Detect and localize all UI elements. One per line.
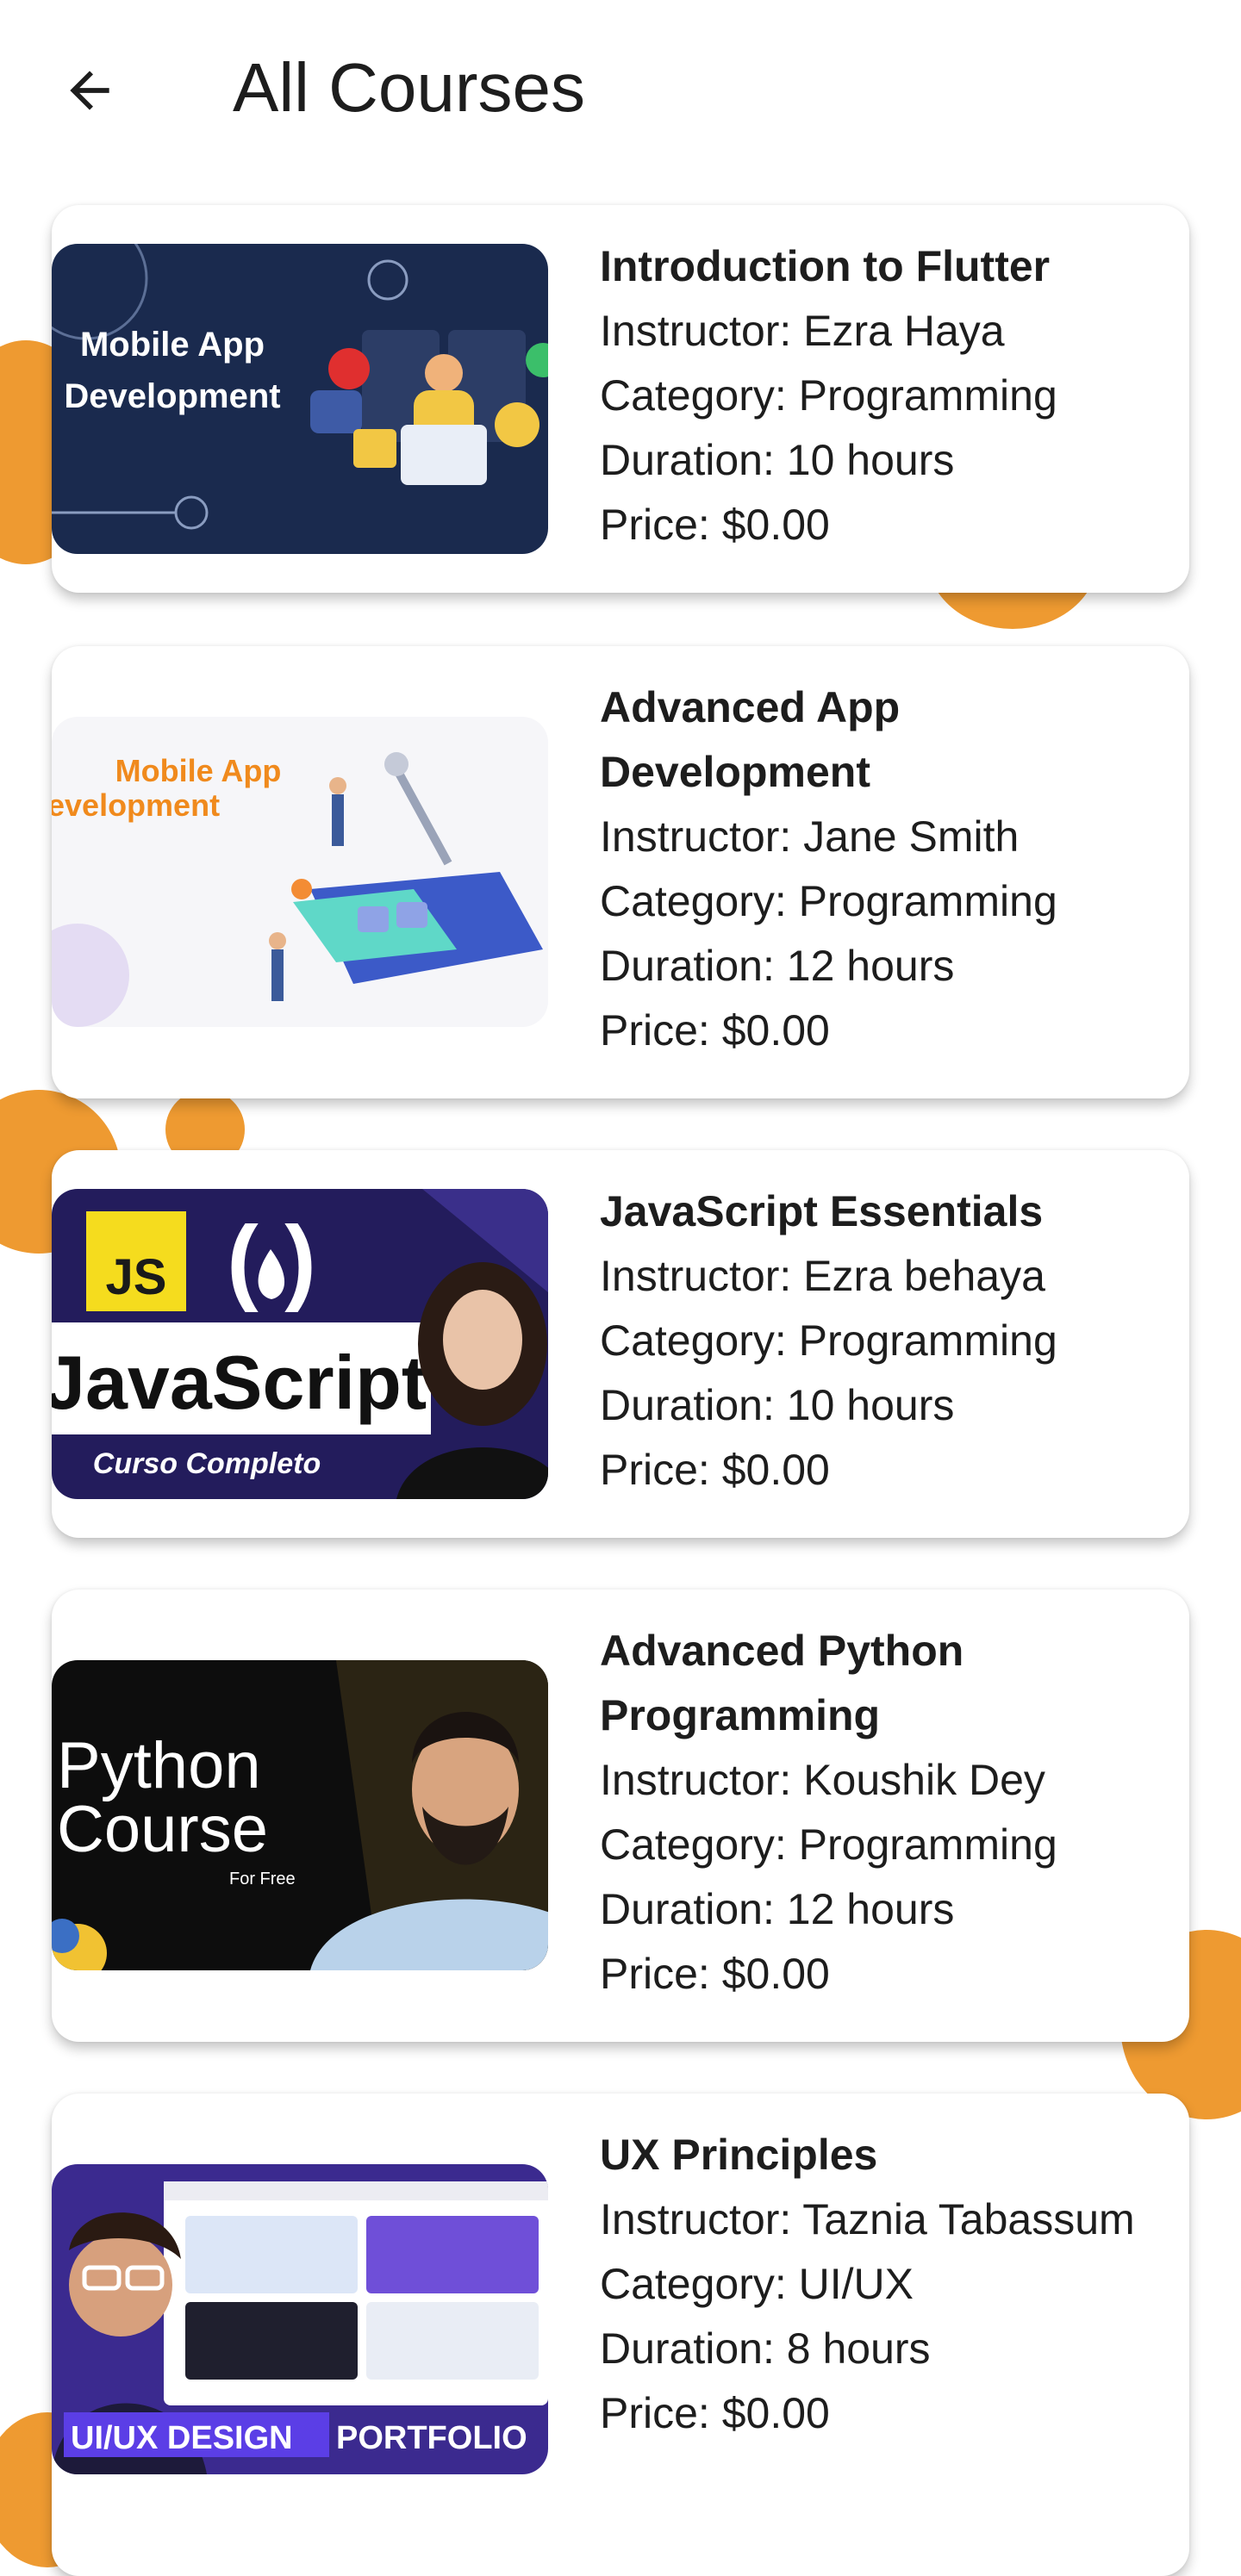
course-instructor: Instructor: Ezra Haya xyxy=(600,307,1005,355)
course-duration: Duration: 8 hours xyxy=(600,2324,931,2373)
course-card[interactable]: Mobile App evelopment Advanced App Devel… xyxy=(52,646,1189,1098)
course-card[interactable]: UI/UX DESIGN PORTFOLIO UX Principles Ins… xyxy=(52,2094,1189,2576)
course-category: Category: Programming xyxy=(600,877,1057,925)
page-title: All Courses xyxy=(233,49,586,126)
course-card[interactable]: JS ( ) JavaScript Curso Completo JavaScr… xyxy=(52,1150,1189,1538)
course-instructor: Instructor: Koushik Dey xyxy=(600,1756,1045,1804)
app-bar: All Courses xyxy=(0,0,1241,177)
course-price: Price: $0.00 xyxy=(600,2389,830,2437)
course-price: Price: $0.00 xyxy=(600,1446,830,1494)
thumbnail-text: Python xyxy=(57,1729,261,1802)
course-thumbnail: Python Course For Free xyxy=(52,1660,548,1970)
course-instructor: Instructor: Jane Smith xyxy=(600,812,1020,861)
course-price: Price: $0.00 xyxy=(600,501,830,549)
course-instructor: Instructor: Taznia Tabassum xyxy=(600,2195,1135,2243)
course-card[interactable]: Python Course For Free Advanced Python P… xyxy=(52,1590,1189,2042)
course-title: JavaScript Essentials xyxy=(600,1187,1044,1235)
thumbnail-text: Curso Completo xyxy=(93,1447,321,1480)
course-thumbnail: Mobile App evelopment xyxy=(52,717,548,1027)
thumbnail-text: PORTFOLIO xyxy=(336,2420,527,2456)
course-duration: Duration: 12 hours xyxy=(600,1885,955,1933)
course-category: Category: UI/UX xyxy=(600,2260,914,2308)
course-category: Category: Programming xyxy=(600,1820,1057,1869)
course-duration: Duration: 12 hours xyxy=(600,942,955,990)
thumbnail-text: evelopment xyxy=(52,787,220,823)
thumbnail-text: Mobile App xyxy=(80,326,265,364)
course-duration: Duration: 10 hours xyxy=(600,436,955,484)
course-thumbnail: UI/UX DESIGN PORTFOLIO xyxy=(52,2164,548,2474)
course-duration: Duration: 10 hours xyxy=(600,1381,955,1429)
course-category: Category: Programming xyxy=(600,371,1057,420)
course-price: Price: $0.00 xyxy=(600,1950,830,1998)
thumbnail-text: For Free xyxy=(229,1870,296,1888)
course-thumbnail: Mobile App Development xyxy=(52,244,548,554)
thumbnail-text: UI/UX DESIGN xyxy=(71,2420,293,2456)
course-price: Price: $0.00 xyxy=(600,1006,830,1055)
course-category: Category: Programming xyxy=(600,1316,1057,1365)
thumbnail-text: JavaScript xyxy=(52,1340,427,1425)
course-title: Advanced Python Programming xyxy=(600,1627,964,1739)
course-instructor: Instructor: Ezra behaya xyxy=(600,1252,1045,1300)
thumbnail-text: Mobile App xyxy=(115,753,282,788)
thumbnail-text: Course xyxy=(57,1793,268,1866)
thumbnail-text: Development xyxy=(64,377,280,415)
arrow-left-icon xyxy=(70,71,109,110)
thumbnail-text: JS xyxy=(106,1249,167,1305)
back-button[interactable] xyxy=(53,60,126,121)
course-title: UX Principles xyxy=(600,2131,878,2179)
course-thumbnail: JS ( ) JavaScript Curso Completo xyxy=(52,1189,548,1499)
course-title: Introduction to Flutter xyxy=(600,242,1051,290)
course-title: Advanced App Development xyxy=(600,683,901,796)
course-card[interactable]: Mobile App Development Introduction to F… xyxy=(52,205,1189,593)
